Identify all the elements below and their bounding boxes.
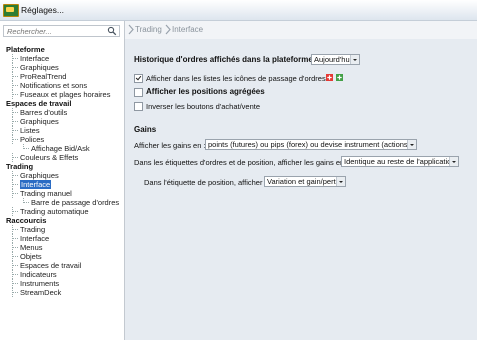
tree-item-label: Trading <box>20 225 46 234</box>
tree-item-espaces-de-travail[interactable]: Espaces de travail <box>0 261 124 270</box>
tree-item-barres-d-outils[interactable]: Barres d'outils <box>0 108 124 117</box>
tree-item-barre-de-passage-d-ordres[interactable]: Barre de passage d'ordres <box>0 198 124 207</box>
position-select[interactable]: Variation et gain/perte <box>264 176 346 187</box>
show-icons-checkbox[interactable] <box>134 74 143 83</box>
tree-item-label: Graphiques <box>20 63 59 72</box>
tree-item-label: Objets <box>20 252 42 261</box>
tree-item-listes[interactable]: Listes <box>0 126 124 135</box>
tree-item-graphiques[interactable]: Graphiques <box>0 117 124 126</box>
settings-tree: Plateforme Interface Graphiques ProRealTren… <box>0 45 124 297</box>
tree-item-label: Graphiques <box>20 117 59 126</box>
tree-item-label: Interface <box>20 54 50 63</box>
tree-item-menus[interactable]: Menus <box>0 243 124 252</box>
title-bar: Réglages... <box>0 0 477 21</box>
tree-item-label: Trading automatique <box>20 207 89 216</box>
tree-item-trading-manuel[interactable]: Trading manuel <box>0 189 124 198</box>
tree-item-label: Couleurs & Effets <box>20 153 79 162</box>
aggregated-positions-label: Afficher les positions agrégées <box>146 87 265 96</box>
gains-display-label: Afficher les gains en : <box>134 141 206 150</box>
search-icon[interactable] <box>107 26 117 36</box>
tree-item-label: Polices <box>20 135 45 144</box>
breadcrumb: Trading Interface <box>125 21 477 39</box>
tree-item-couleurs-effets[interactable]: Couleurs & Effets <box>0 153 124 162</box>
tree-item-prorealtrend[interactable]: ProRealTrend <box>0 72 124 81</box>
tree-item-trading-automatique[interactable]: Trading automatique <box>0 207 124 216</box>
tree-item-label: Espaces de travail <box>6 99 72 108</box>
chevron-down-icon <box>407 140 416 149</box>
tree-item-fuseaux-et-plages-horaires[interactable]: Fuseaux et plages horaires <box>0 90 124 99</box>
tree-item-polices[interactable]: Polices <box>0 135 124 144</box>
tree-item-label: Espaces de travail <box>20 261 82 270</box>
chevron-down-icon <box>336 177 345 186</box>
tree-item-interface[interactable]: Interface <box>0 54 124 63</box>
gains-labels-select[interactable]: Identique au reste de l'application <box>341 156 459 167</box>
tree-item-label: StreamDeck <box>20 288 62 297</box>
gains-labels-label: Dans les étiquettes d'ordres et de posit… <box>134 158 349 167</box>
tree-item-label: Barre de passage d'ordres <box>31 198 120 207</box>
invert-buttons-label: Inverser les boutons d'achat/vente <box>146 102 261 111</box>
tree-category-plateforme[interactable]: Plateforme <box>0 45 124 54</box>
tree-item-label: Notifications et sons <box>20 81 88 90</box>
gains-section-title: Gains <box>134 125 157 134</box>
tree-item-label: Listes <box>20 126 40 135</box>
window-title: Réglages... <box>21 5 64 15</box>
history-select-value: Aujourd'hui <box>314 55 352 64</box>
tree-item-interface[interactable]: Interface <box>0 234 124 243</box>
settings-content: Trading Interface Historique d'ordres af… <box>125 21 477 340</box>
app-logo-icon <box>3 4 19 17</box>
invert-buttons-checkbox[interactable] <box>134 102 143 111</box>
gains-labels-value: Identique au reste de l'application <box>344 157 456 166</box>
tree-item-label: Trading <box>6 162 34 171</box>
search-box[interactable] <box>3 25 120 37</box>
tree-item-affichage-bid-ask[interactable]: Affichage Bid/Ask <box>0 144 124 153</box>
position-label: Dans l'étiquette de position, afficher : <box>144 178 267 187</box>
position-value: Variation et gain/perte <box>267 177 340 186</box>
tree-item-graphiques[interactable]: Graphiques <box>0 171 124 180</box>
tree-item-objets[interactable]: Objets <box>0 252 124 261</box>
aggregated-positions-checkbox[interactable] <box>134 88 143 97</box>
tree-item-label: Fuseaux et plages horaires <box>20 90 111 99</box>
tree-item-label: Raccourcis <box>6 216 47 225</box>
chevron-down-icon <box>449 157 458 166</box>
chevron-down-icon <box>350 55 359 64</box>
tree-item-label: Indicateurs <box>20 270 57 279</box>
gains-display-select[interactable]: points (futures) ou pips (forex) ou devi… <box>205 139 417 150</box>
buy-order-icon <box>326 74 333 81</box>
history-label: Historique d'ordres affichés dans la pla… <box>134 55 318 64</box>
tree-item-label: Instruments <box>20 279 60 288</box>
history-select[interactable]: Aujourd'hui <box>311 54 360 65</box>
tree-item-label: Plateforme <box>6 45 45 54</box>
tree-item-indicateurs[interactable]: Indicateurs <box>0 270 124 279</box>
tree-item-trading[interactable]: Trading <box>0 225 124 234</box>
tree-item-interface[interactable]: Interface <box>0 180 124 189</box>
show-icons-label: Afficher dans les listes les icônes de p… <box>146 74 326 83</box>
tree-category-espaces-de-travail[interactable]: Espaces de travail <box>0 99 124 108</box>
chevron-right-icon <box>165 24 171 35</box>
tree-item-label: Interface <box>20 180 52 189</box>
settings-sidebar: PlateformeInterfaceGraphiquesProRealTren… <box>0 21 125 340</box>
breadcrumb-interface[interactable]: Interface <box>172 25 203 34</box>
tree-item-label: Menus <box>20 243 43 252</box>
tree-item-label: Interface <box>20 234 50 243</box>
sell-order-icon <box>336 74 343 81</box>
tree-item-label: Barres d'outils <box>20 108 68 117</box>
breadcrumb-trading[interactable]: Trading <box>135 25 162 34</box>
gains-display-value: points (futures) ou pips (forex) ou devi… <box>208 140 411 149</box>
tree-item-label: Trading manuel <box>20 189 72 198</box>
tree-item-label: Affichage Bid/Ask <box>31 144 90 153</box>
tree-item-instruments[interactable]: Instruments <box>0 279 124 288</box>
tree-item-notifications-et-sons[interactable]: Notifications et sons <box>0 81 124 90</box>
tree-item-label: Graphiques <box>20 171 59 180</box>
tree-category-trading[interactable]: Trading <box>0 162 124 171</box>
chevron-right-icon <box>128 24 134 35</box>
tree-item-label: ProRealTrend <box>20 72 67 81</box>
tree-category-raccourcis[interactable]: Raccourcis <box>0 216 124 225</box>
tree-item-graphiques[interactable]: Graphiques <box>0 63 124 72</box>
search-input[interactable] <box>4 26 107 36</box>
tree-item-streamdeck[interactable]: StreamDeck <box>0 288 124 297</box>
